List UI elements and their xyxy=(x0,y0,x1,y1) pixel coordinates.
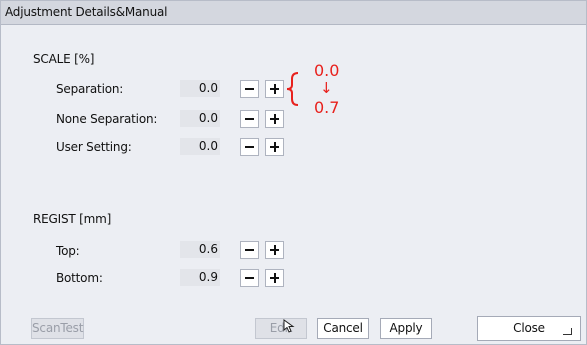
none-separation-plus-button[interactable] xyxy=(265,110,284,128)
bottom-plus-button[interactable] xyxy=(265,269,284,287)
dialog-title: Adjustment Details&Manual xyxy=(5,5,168,19)
cancel-button[interactable]: Cancel xyxy=(317,318,369,339)
separation-label: Separation: xyxy=(56,82,124,96)
scale-heading: SCALE [%] xyxy=(33,52,95,66)
brace-annotation-icon xyxy=(286,72,299,106)
bottom-minus-button[interactable] xyxy=(240,269,259,287)
minus-icon xyxy=(245,88,254,90)
separation-plus-button[interactable] xyxy=(265,80,284,98)
user-setting-label: User Setting: xyxy=(56,140,132,154)
close-label: Close xyxy=(513,321,545,335)
annotation-arrow: ↓ xyxy=(320,79,333,97)
top-minus-button[interactable] xyxy=(240,241,259,259)
bottom-value: 0.9 xyxy=(180,269,220,286)
top-value: 0.6 xyxy=(180,241,220,258)
user-setting-minus-button[interactable] xyxy=(240,138,259,156)
top-label: Top: xyxy=(56,244,80,258)
none-separation-value: 0.0 xyxy=(180,110,220,127)
enter-icon xyxy=(563,328,572,335)
adjustment-dialog: Adjustment Details&Manual SCALE [%] Sepa… xyxy=(0,0,587,345)
annotation-to: 0.7 xyxy=(314,98,340,117)
regist-heading: REGIST [mm] xyxy=(33,212,112,226)
none-separation-label: None Separation: xyxy=(56,112,158,126)
none-separation-minus-button[interactable] xyxy=(240,110,259,128)
title-bar: Adjustment Details&Manual xyxy=(1,1,586,25)
separation-minus-button[interactable] xyxy=(240,80,259,98)
scantest-button[interactable]: ScanTest xyxy=(31,318,84,339)
minus-icon xyxy=(245,277,254,279)
minus-icon xyxy=(245,146,254,148)
apply-button[interactable]: Apply xyxy=(380,318,432,339)
separation-value: 0.0 xyxy=(180,80,220,97)
minus-icon xyxy=(245,249,254,251)
annotation-from: 0.0 xyxy=(314,61,340,80)
user-setting-value: 0.0 xyxy=(180,138,220,155)
user-setting-plus-button[interactable] xyxy=(265,138,284,156)
edit-button[interactable]: Edit xyxy=(255,318,307,339)
minus-icon xyxy=(245,118,254,120)
close-button[interactable]: Close xyxy=(477,316,581,341)
top-plus-button[interactable] xyxy=(265,241,284,259)
bottom-label: Bottom: xyxy=(56,271,103,285)
mouse-cursor-icon xyxy=(283,319,295,333)
